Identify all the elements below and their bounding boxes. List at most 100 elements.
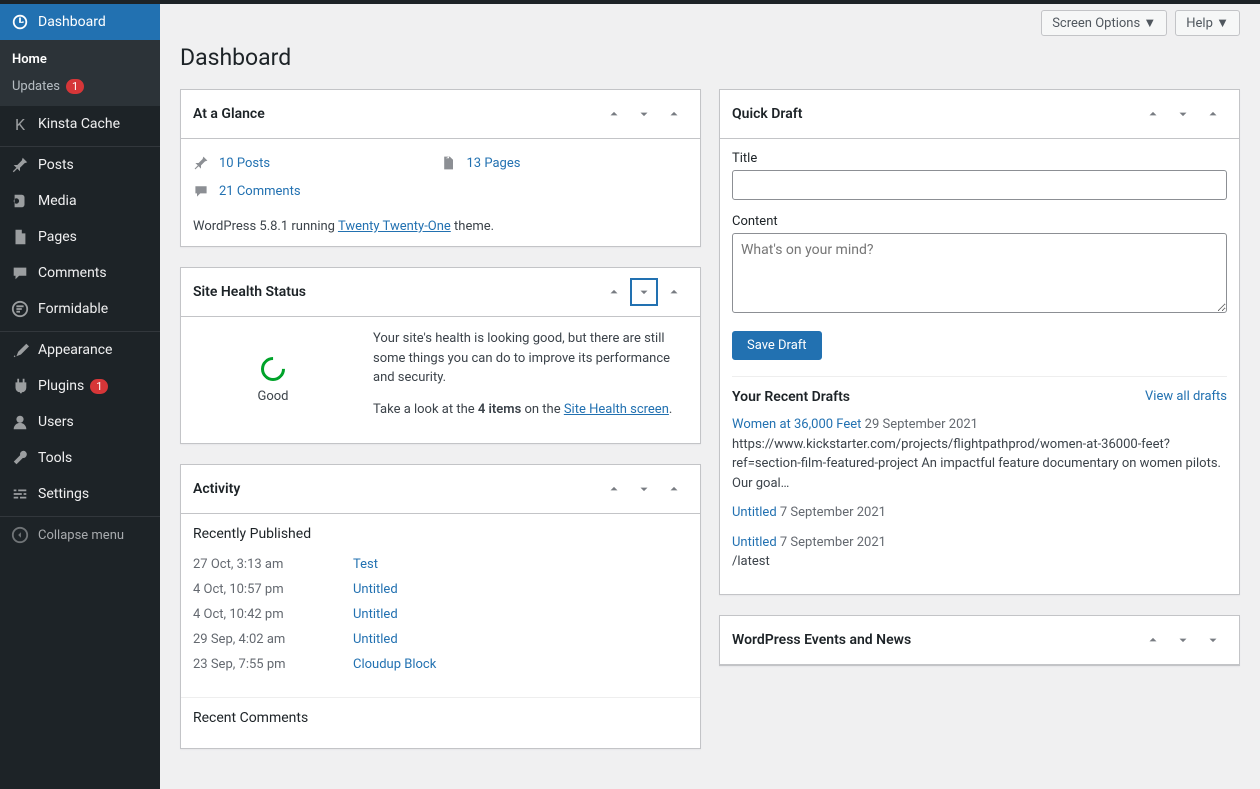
kinsta-icon: K [10,114,30,134]
recent-drafts-heading: Your Recent Drafts [732,389,850,405]
sidebar-item-comments[interactable]: Comments [0,255,160,291]
sidebar-item-kinsta[interactable]: K Kinsta Cache [0,106,160,142]
widget-up-icon[interactable] [600,278,628,306]
site-health-link[interactable]: Site Health screen [564,402,669,417]
draft-title-link[interactable]: Untitled [732,535,777,550]
sidebar-item-appearance[interactable]: Appearance [0,332,160,368]
draft-title-link[interactable]: Women at 36,000 Feet [732,417,861,432]
health-gauge: Good [193,329,353,431]
sidebar-item-posts[interactable]: Posts [0,147,160,183]
sidebar-item-collapse[interactable]: Collapse menu [0,517,160,553]
activity-post-link[interactable]: Untitled [353,632,398,647]
formidable-icon [10,299,30,319]
sidebar-label: Dashboard [38,14,106,30]
media-icon [10,191,30,211]
comments-icon [10,263,30,283]
sidebar-item-media[interactable]: Media [0,183,160,219]
pages-icon [441,155,461,171]
widget-down-icon[interactable] [1169,100,1197,128]
sidebar-item-plugins[interactable]: Plugins 1 [0,368,160,404]
widget-toggle-icon[interactable] [1199,626,1227,654]
widget-up-icon[interactable] [600,475,628,503]
widget-toggle-icon[interactable] [1199,100,1227,128]
glance-comments[interactable]: 21 Comments [193,179,441,203]
draft-item: Untitled 7 September 2021 [732,503,1227,523]
widget-at-a-glance: At a Glance 10 Posts [180,89,701,247]
widget-title: Site Health Status [193,284,306,300]
dashboard-icon [10,12,30,32]
draft-date: 29 September 2021 [865,417,978,432]
comments-icon [193,183,213,199]
collapse-icon [10,525,30,545]
activity-published-heading: Recently Published [193,526,688,542]
widget-toggle-icon[interactable] [660,475,688,503]
activity-post-link[interactable]: Test [353,557,378,572]
draft-excerpt: /latest [732,552,1227,572]
sidebar-item-users[interactable]: Users [0,404,160,440]
activity-comments-heading: Recent Comments [193,710,688,726]
wrench-icon [10,448,30,468]
draft-date: 7 September 2021 [780,535,886,550]
gauge-label: Good [257,389,288,404]
admin-sidebar: Dashboard Home Updates 1 K Kinsta Cache … [0,0,160,789]
widget-site-health: Site Health Status Good [180,267,701,444]
draft-item: Women at 36,000 Feet 29 September 2021 ht… [732,415,1227,493]
sidebar-item-settings[interactable]: Settings [0,476,160,512]
theme-link[interactable]: Twenty Twenty-One [338,219,451,234]
sidebar-item-dashboard[interactable]: Dashboard [0,4,160,40]
activity-post-link[interactable]: Untitled [353,582,398,597]
draft-title-label: Title [732,151,1227,166]
widget-up-icon[interactable] [1139,100,1167,128]
draft-title-input[interactable] [732,170,1227,200]
activity-row: 4 Oct, 10:42 pmUntitled [193,602,688,627]
activity-date: 23 Sep, 7:55 pm [193,657,353,672]
help-button[interactable]: Help ▼ [1175,10,1240,36]
draft-item: Untitled 7 September 2021/latest [732,533,1227,572]
activity-date: 27 Oct, 3:13 am [193,557,353,572]
draft-excerpt: https://www.kickstarter.com/projects/fli… [732,435,1227,494]
plugins-badge: 1 [90,379,108,394]
widget-up-icon[interactable] [600,100,628,128]
widget-title: WordPress Events and News [732,632,911,648]
widget-title: Activity [193,481,240,497]
widget-title: Quick Draft [732,106,802,122]
sidebar-item-tools[interactable]: Tools [0,440,160,476]
screen-options-button[interactable]: Screen Options ▼ [1041,10,1167,36]
widget-down-icon[interactable] [1169,626,1197,654]
draft-content-textarea[interactable] [732,233,1227,313]
widget-down-icon[interactable] [630,475,658,503]
view-all-drafts-link[interactable]: View all drafts [1145,389,1227,405]
admin-topbar [0,0,1260,4]
glance-posts[interactable]: 10 Posts [193,151,441,175]
pin-icon [193,155,213,171]
activity-row: 29 Sep, 4:02 amUntitled [193,627,688,652]
draft-title-link[interactable]: Untitled [732,505,777,520]
submenu-item-home[interactable]: Home [0,46,160,73]
widget-up-icon[interactable] [1139,626,1167,654]
widget-title: At a Glance [193,106,265,122]
sidebar-item-formidable[interactable]: Formidable [0,291,160,327]
widget-quick-draft: Quick Draft Title Content [719,89,1240,595]
activity-post-link[interactable]: Untitled [353,607,398,622]
widget-down-icon[interactable] [630,278,658,306]
activity-row: 27 Oct, 3:13 amTest [193,552,688,577]
pages-icon [10,227,30,247]
page-title: Dashboard [180,44,1240,71]
activity-row: 4 Oct, 10:57 pmUntitled [193,577,688,602]
submenu-item-updates[interactable]: Updates 1 [0,73,160,100]
save-draft-button[interactable]: Save Draft [732,331,822,360]
plug-icon [10,376,30,396]
pin-icon [10,155,30,175]
sidebar-item-pages[interactable]: Pages [0,219,160,255]
widget-toggle-icon[interactable] [660,278,688,306]
widget-down-icon[interactable] [630,100,658,128]
draft-content-label: Content [732,214,1227,229]
health-text-1: Your site's health is looking good, but … [373,329,688,388]
activity-date: 4 Oct, 10:57 pm [193,582,353,597]
activity-row: 23 Sep, 7:55 pmCloudup Block [193,652,688,677]
sliders-icon [10,484,30,504]
glance-pages[interactable]: 13 Pages [441,151,689,175]
gauge-circle-icon [256,352,290,386]
widget-toggle-icon[interactable] [660,100,688,128]
activity-post-link[interactable]: Cloudup Block [353,657,436,672]
